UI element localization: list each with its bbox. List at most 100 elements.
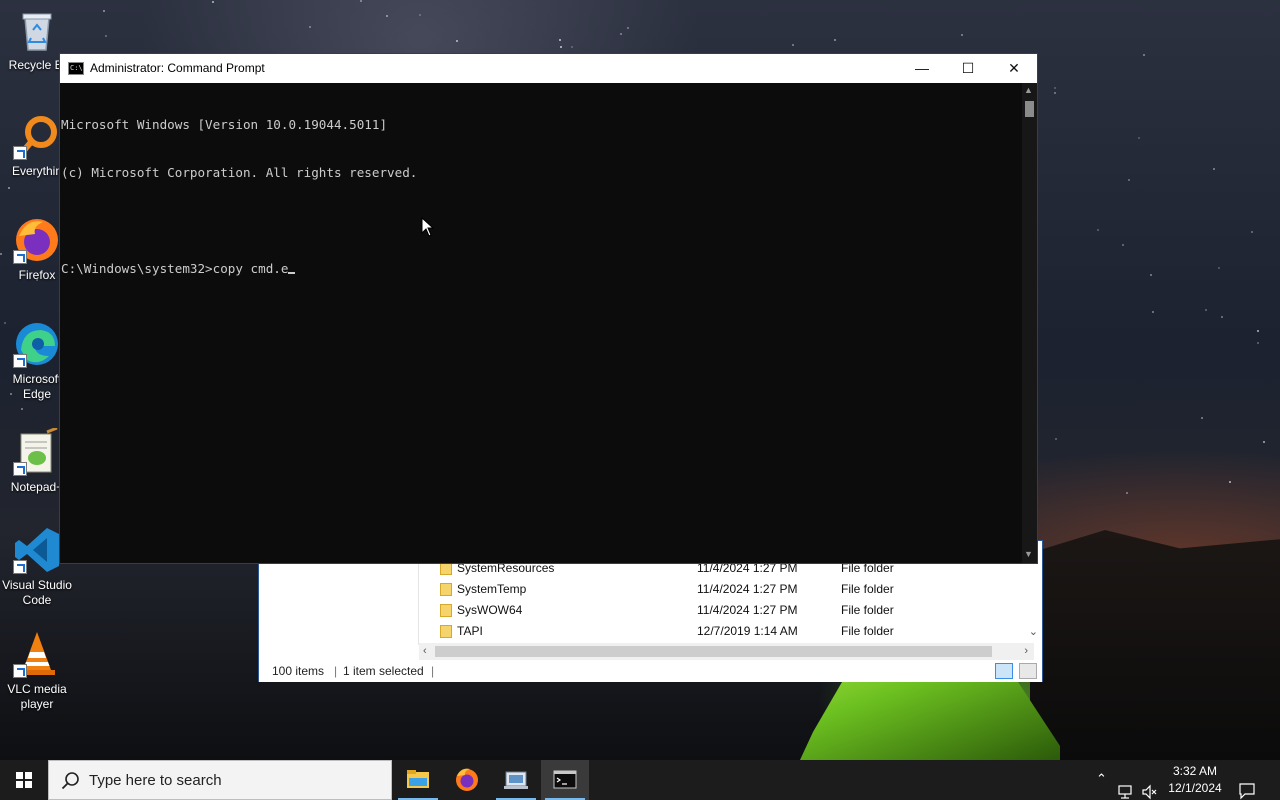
taskbar-control-panel[interactable] <box>492 760 540 800</box>
volume-muted-icon[interactable] <box>1141 772 1159 800</box>
mouse-pointer-icon <box>421 217 435 237</box>
star <box>8 187 10 189</box>
star <box>559 39 561 41</box>
file-type: File folder <box>841 582 894 596</box>
star <box>834 39 836 41</box>
taskbar-firefox[interactable] <box>443 760 491 800</box>
scroll-up-arrow-icon[interactable]: ▲ <box>1024 85 1033 95</box>
console-line: (c) Microsoft Corporation. All rights re… <box>61 165 418 180</box>
status-separator: | <box>431 664 435 678</box>
file-name: SystemTemp <box>457 582 527 596</box>
command-prompt-icon <box>553 770 577 789</box>
close-button[interactable]: ✕ <box>991 54 1037 83</box>
star <box>1221 316 1223 318</box>
console-input-line[interactable]: C:\Windows\system32>copy cmd.e <box>61 261 1021 277</box>
star <box>1150 274 1152 276</box>
star <box>1122 244 1124 246</box>
file-date: 11/4/2024 1:27 PM <box>697 603 798 617</box>
shortcut-arrow-icon <box>13 462 27 476</box>
star <box>1257 342 1259 344</box>
horizontal-scrollbar[interactable]: ‹ › <box>419 643 1034 660</box>
window-title: Administrator: Command Prompt <box>90 61 265 75</box>
star <box>571 46 573 48</box>
folder-icon <box>440 583 452 596</box>
minimize-button[interactable]: — <box>899 54 945 83</box>
star <box>961 34 963 36</box>
shortcut-arrow-icon <box>13 146 27 160</box>
console-output[interactable]: Microsoft Windows [Version 10.0.19044.50… <box>60 83 1022 563</box>
vlc-icon <box>13 630 61 678</box>
star <box>456 40 458 42</box>
search-icon <box>61 772 79 790</box>
console-line: Microsoft Windows [Version 10.0.19044.50… <box>61 117 388 132</box>
clock-date: 12/1/2024 <box>1168 781 1222 795</box>
file-list-row[interactable]: SystemTemp 11/4/2024 1:27 PM File folder <box>434 579 1024 600</box>
star <box>1257 330 1259 332</box>
star <box>1213 168 1215 170</box>
star <box>309 26 311 28</box>
taskbar-command-prompt[interactable] <box>541 760 589 800</box>
system-clock[interactable]: 3:32 AM 12/1/2024 <box>1160 763 1230 797</box>
network-icon[interactable] <box>1117 772 1135 800</box>
everything-search-icon <box>13 112 61 160</box>
control-panel-icon <box>504 771 528 789</box>
vertical-scroll-thumb[interactable] <box>1025 101 1034 117</box>
status-bar: 100 items | 1 item selected | <box>259 660 1042 682</box>
shortcut-arrow-icon <box>13 560 27 574</box>
file-list-row[interactable]: SysWOW64 11/4/2024 1:27 PM File folder <box>434 600 1024 621</box>
clock-time: 3:32 AM <box>1172 764 1218 778</box>
star <box>1138 137 1140 139</box>
star <box>1205 309 1207 311</box>
file-explorer-icon <box>407 770 429 788</box>
taskbar-file-explorer[interactable] <box>394 760 442 800</box>
item-count: 100 items <box>272 664 325 678</box>
scroll-down-arrow-icon[interactable]: ⌄ <box>1029 625 1038 638</box>
edge-icon <box>13 320 61 368</box>
star <box>1128 179 1130 181</box>
desktop-icon-label: Visual Studio Code <box>2 578 72 607</box>
vscode-icon <box>13 526 61 574</box>
file-list-row[interactable]: TAPI 12/7/2019 1:14 AM File folder <box>434 621 1024 642</box>
search-placeholder: Type here to search <box>89 772 222 789</box>
star <box>1143 54 1145 56</box>
taskbar-search-box[interactable]: Type here to search <box>48 760 392 800</box>
scroll-left-arrow-icon[interactable]: ‹ <box>423 643 427 660</box>
vertical-scrollbar[interactable]: ▲ ▼ <box>1022 83 1037 563</box>
file-name: TAPI <box>457 624 483 638</box>
desktop-icon-vlc[interactable]: VLC media player <box>0 630 74 712</box>
star <box>1055 438 1057 440</box>
details-view-button[interactable] <box>995 663 1013 679</box>
maximize-button[interactable]: ☐ <box>945 54 991 83</box>
star <box>1054 87 1056 89</box>
file-date: 11/4/2024 1:27 PM <box>697 582 798 596</box>
star <box>386 15 388 17</box>
command-input[interactable]: C:\Windows\system32>copy cmd.e <box>61 261 288 276</box>
star <box>1263 441 1265 443</box>
start-button[interactable] <box>0 760 48 800</box>
star <box>627 27 629 29</box>
file-type: File folder <box>841 603 894 617</box>
star <box>1251 231 1253 233</box>
notifications-icon[interactable] <box>1238 771 1256 800</box>
text-cursor <box>288 272 296 274</box>
star <box>792 44 794 46</box>
horizontal-scroll-thumb[interactable] <box>435 646 992 657</box>
shortcut-arrow-icon <box>13 250 27 264</box>
file-type: File folder <box>841 624 894 638</box>
star <box>1201 417 1203 419</box>
star <box>1152 311 1154 313</box>
windows-logo-icon <box>16 772 32 788</box>
window-titlebar[interactable]: Administrator: Command Prompt — ☐ ✕ <box>60 54 1037 83</box>
star <box>1126 492 1128 494</box>
large-icons-view-button[interactable] <box>1019 663 1037 679</box>
status-separator: | <box>334 664 338 678</box>
scroll-right-arrow-icon[interactable]: › <box>1024 643 1028 660</box>
notepad-plus-plus-icon <box>13 426 61 476</box>
scroll-down-arrow-icon[interactable]: ▼ <box>1024 549 1033 559</box>
file-name: SysWOW64 <box>457 603 523 617</box>
star <box>419 14 421 16</box>
star <box>560 46 562 48</box>
show-hidden-icons-chevron-icon[interactable]: ⌃ <box>1096 771 1107 800</box>
desktop-icon-label: VLC media player <box>7 682 67 711</box>
command-prompt-window[interactable]: Administrator: Command Prompt — ☐ ✕ Micr… <box>59 53 1038 564</box>
